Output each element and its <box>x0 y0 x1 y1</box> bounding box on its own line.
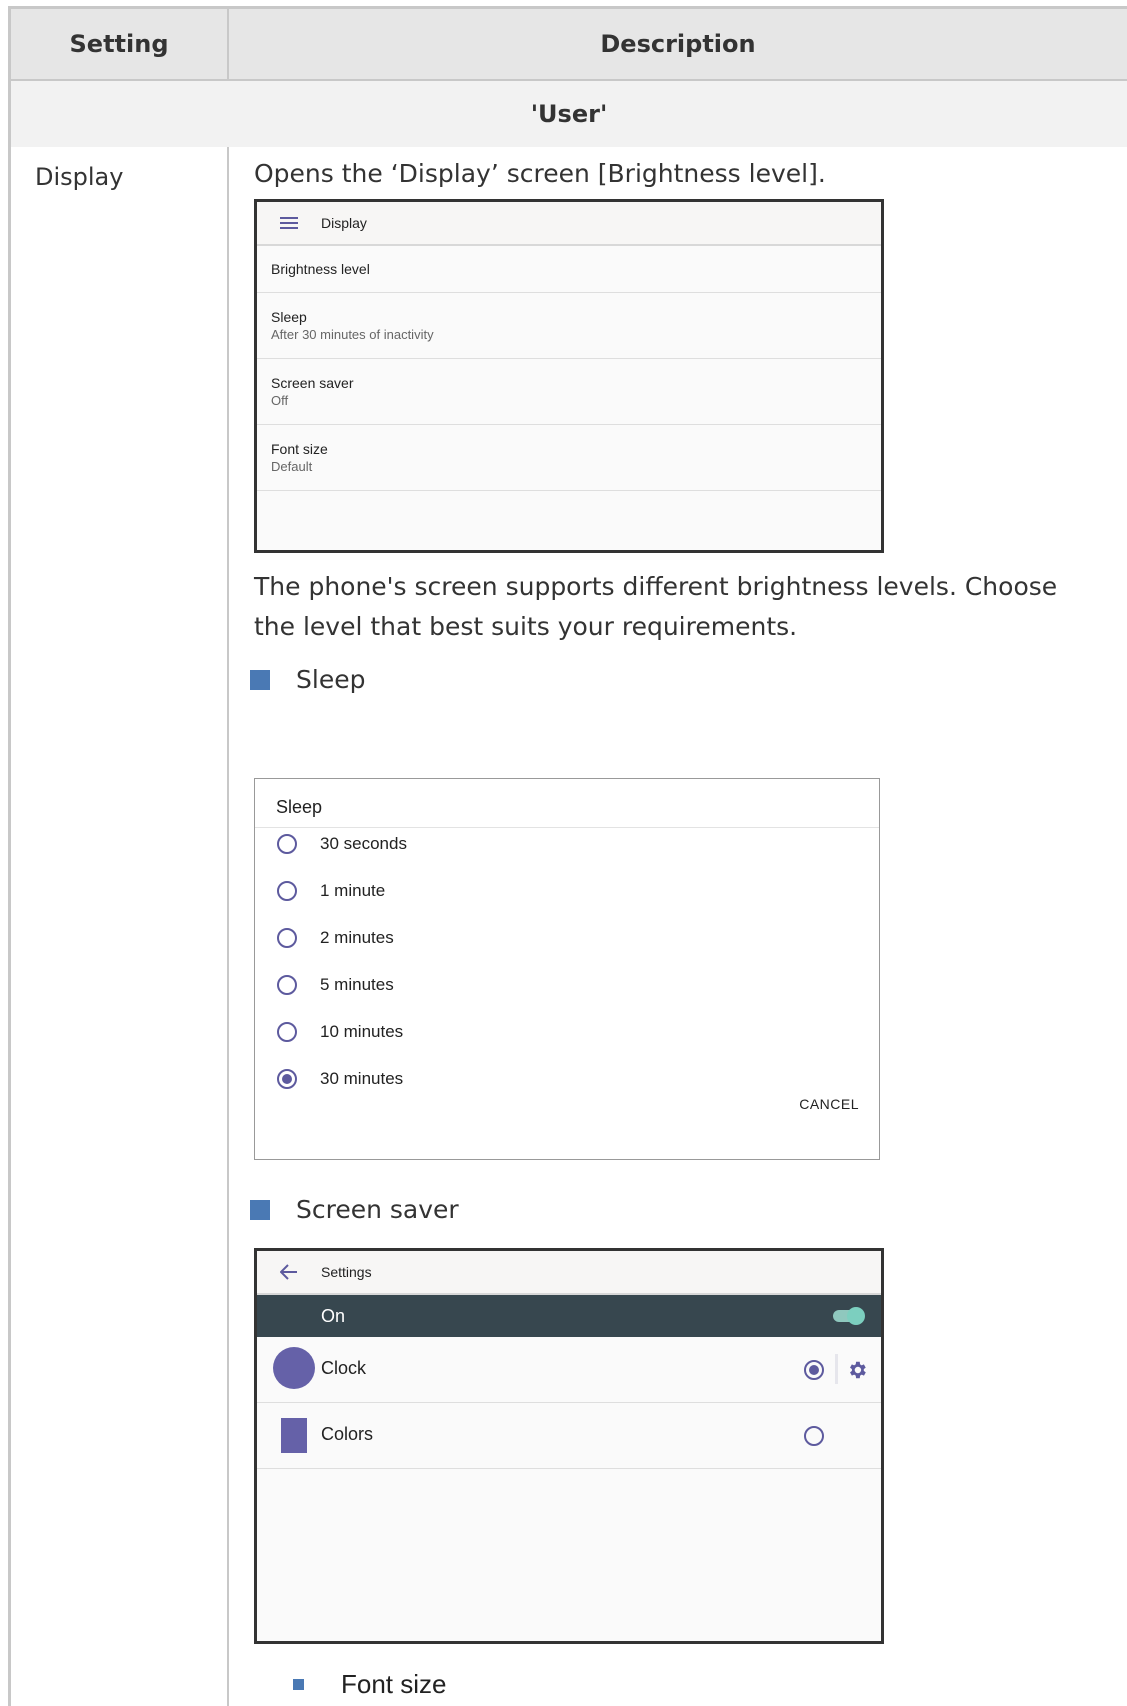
display-appbar: Display <box>257 202 881 246</box>
sleep-option-label: 10 minutes <box>320 1022 404 1041</box>
divider <box>255 827 879 828</box>
header-description: Description <box>600 30 756 58</box>
sleep-option: 5 minutes <box>277 970 394 1000</box>
sleep-option-label: 1 minute <box>320 881 386 900</box>
bullet-marker <box>250 1200 270 1220</box>
sleep-option-label: 30 minutes <box>320 1069 404 1088</box>
setting-name-display: Display <box>35 163 124 191</box>
screensaver-item-label: Clock <box>321 1358 367 1378</box>
display-screen-image: Display Brightness level Sleep After 30 … <box>254 199 884 553</box>
radio-checked-icon <box>277 1069 297 1089</box>
display-item-title: Font size <box>271 441 328 457</box>
column-divider <box>227 147 229 1706</box>
screensaver-appbar: Settings <box>257 1251 881 1295</box>
sleep-option: 1 minute <box>277 876 385 906</box>
group-row-user: 'User' <box>11 81 1127 147</box>
intro-text: Opens the ‘Display’ screen [Brightness l… <box>254 159 826 188</box>
cancel-button: CANCEL <box>799 1096 859 1112</box>
sleep-option-label: 5 minutes <box>320 975 394 994</box>
radio-unchecked-icon <box>277 834 297 854</box>
screensaver-item-clock: Clock <box>257 1337 881 1403</box>
gear-icon <box>846 1359 868 1386</box>
radio-unchecked-icon <box>277 928 297 948</box>
display-item-fontsize: Font size Default <box>257 425 881 491</box>
sleep-dialog-image: Sleep 30 seconds 1 minute 2 minutes 5 mi… <box>254 778 880 1160</box>
sleep-option-selected: 30 minutes <box>277 1064 403 1094</box>
colors-thumbnail <box>281 1418 307 1453</box>
sleep-option-label: 2 minutes <box>320 928 394 947</box>
radio-checked-icon <box>804 1360 824 1380</box>
sleep-dialog-title: Sleep <box>276 797 323 817</box>
bullet-screensaver: Screen saver <box>296 1195 459 1224</box>
radio-unchecked-icon <box>277 1022 297 1042</box>
sleep-option: 30 seconds <box>277 829 407 859</box>
radio-unchecked-icon <box>277 881 297 901</box>
radio-unchecked-icon <box>804 1426 824 1446</box>
brightness-text: The phone's screen supports different br… <box>254 572 1058 641</box>
display-item-subtitle: Default <box>271 459 313 474</box>
bullet-sleep: Sleep <box>296 665 366 694</box>
screensaver-item-label: Colors <box>321 1424 374 1444</box>
menu-icon <box>257 216 321 230</box>
sleep-option-label: 30 seconds <box>320 834 407 853</box>
display-item-subtitle: Off <box>271 393 289 408</box>
screensaver-title: Settings <box>321 1264 372 1280</box>
display-item-brightness: Brightness level <box>257 246 881 293</box>
screensaver-toggle-bar: On <box>257 1295 881 1337</box>
bullet-fontsize: Font size <box>341 1669 447 1699</box>
bullet-marker <box>250 670 270 690</box>
toggle-switch-on <box>833 1307 865 1325</box>
display-item-sleep: Sleep After 30 minutes of inactivity <box>257 293 881 359</box>
clock-thumbnail <box>273 1347 315 1389</box>
display-item-title: Sleep <box>271 309 307 325</box>
display-item-screensaver: Screen saver Off <box>257 359 881 425</box>
settings-table: Setting Description 'User' Display Opens… <box>8 6 1127 1706</box>
screensaver-item-colors: Colors <box>257 1403 881 1469</box>
table-header: Setting Description <box>11 9 1127 81</box>
divider <box>835 1354 838 1384</box>
document-page: Setting Description 'User' Display Opens… <box>0 0 1127 1706</box>
bullet-marker <box>293 1679 304 1690</box>
sleep-option: 2 minutes <box>277 923 394 953</box>
header-setting: Setting <box>69 30 169 58</box>
back-arrow-icon <box>257 1264 321 1280</box>
toggle-label: On <box>321 1305 346 1326</box>
display-item-title: Brightness level <box>271 261 370 277</box>
display-item-subtitle: After 30 minutes of inactivity <box>271 327 434 342</box>
display-item-title: Screen saver <box>271 375 354 391</box>
sleep-option: 10 minutes <box>277 1017 403 1047</box>
display-title: Display <box>321 215 367 231</box>
radio-unchecked-icon <box>277 975 297 995</box>
screensaver-screen-image: Settings On Clock Colors <box>254 1248 884 1644</box>
